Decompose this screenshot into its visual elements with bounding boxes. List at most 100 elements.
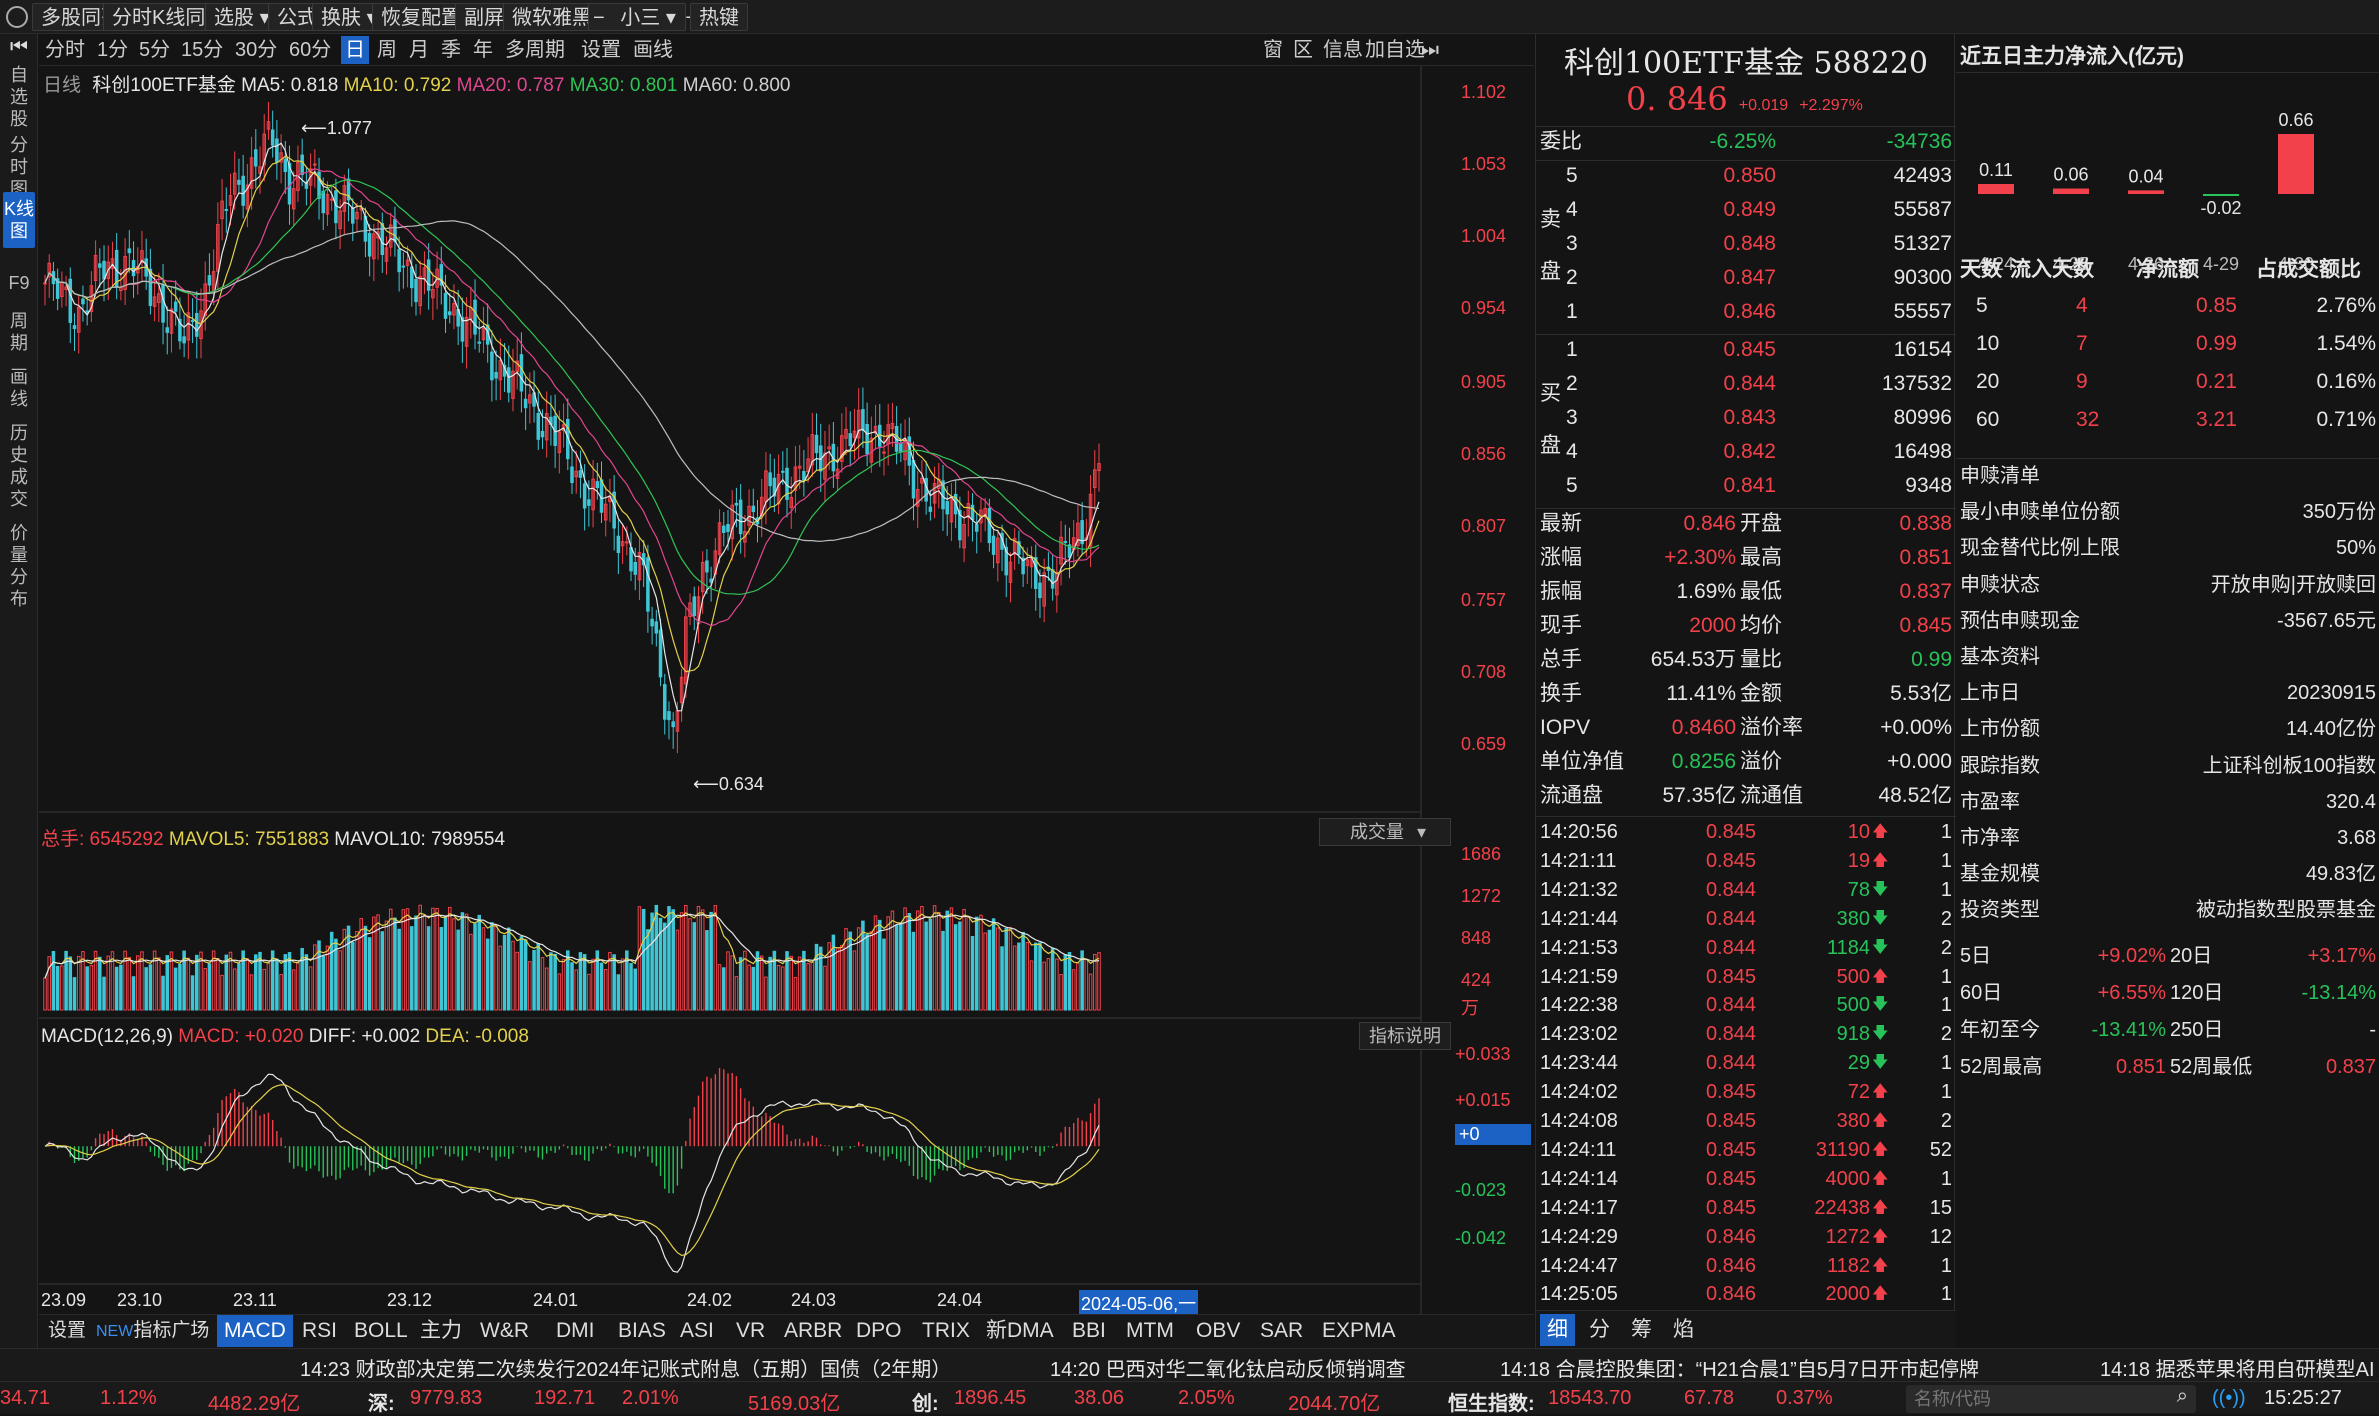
indicator-tab[interactable]: 主力 [413,1315,469,1347]
flow-bar-label: 0.06 [2053,165,2088,185]
indicator-tab-macd[interactable]: MACD [217,1315,293,1347]
nav-drawline[interactable]: 画线 [3,360,35,416]
buy-price[interactable]: 0.843 [1636,404,1776,432]
tick-tab-minute[interactable]: 分 [1582,1314,1617,1346]
nav-history-trade[interactable]: 历史成交 [3,416,35,516]
indicator-tab[interactable]: BIAS [611,1315,673,1347]
kline-chart[interactable] [39,34,1534,1348]
volume-bar [852,950,857,1011]
candle-body [633,561,638,575]
buy-price[interactable]: 0.844 [1636,370,1776,398]
arrow-up-icon: 🡅 [1872,1256,1889,1274]
candle-body [443,292,448,319]
sell-volume: 90300 [1893,266,1952,289]
volume-bar [823,965,827,1011]
sell-price[interactable]: 0.847 [1636,264,1776,292]
indicator-explain-button[interactable]: 指标说明 [1359,1022,1451,1050]
volume-bar [886,916,890,1011]
sell-price[interactable]: 0.849 [1636,196,1776,224]
quote-panel: 科创100ETF基金 588220 0. 846 +0.019 +2.297% … [1535,34,1956,1348]
sell-price[interactable]: 0.850 [1636,162,1776,190]
sell-price[interactable]: 0.848 [1636,230,1776,258]
candle-body [401,265,406,268]
tick-count: 2 [1940,907,1952,930]
volume-bar [911,931,916,1011]
volume-bar [47,956,51,1011]
volume-bar [1076,962,1080,1011]
buy-price[interactable]: 0.841 [1636,472,1776,500]
indicator-tab[interactable]: TRIX [915,1315,977,1347]
hs-index-pct: 0.37% [1776,1387,1833,1409]
buy-label: 盘 [1540,434,1561,457]
volume-bar [987,929,992,1011]
candle-body [72,325,77,330]
nav-kline[interactable]: K线图 [3,192,35,248]
buy-price[interactable]: 0.842 [1636,438,1776,466]
date-tick: 24.02 [687,1290,733,1310]
stat-label: 振幅 [1540,580,1582,603]
indicator-settings-tab[interactable]: 设置 [41,1315,93,1347]
info-label: 上市份额 [1960,718,2040,741]
cy-index-amount: 2044.70亿 [1288,1393,1381,1415]
nav-price-volume[interactable]: 价量分布 [3,516,35,616]
stat-label: 金额 [1740,682,1782,705]
indicator-tab[interactable]: DMI [549,1315,602,1347]
news-item[interactable]: 14:20 巴西对华二氧化钛启动反倾销调查 [1050,1353,1406,1382]
tick-tab-chips[interactable]: 筹 [1624,1314,1659,1346]
app-logo-icon[interactable] [6,6,28,28]
tick-time: 14:21:53 [1540,936,1618,959]
minus-button[interactable]: − [593,7,605,29]
volume-bar [962,908,966,1011]
perf-label: 年初至今 [1960,1019,2040,1041]
news-item[interactable]: 14:18 据悉苹果将用自研模型AI [2100,1353,2375,1382]
indicator-tab[interactable]: DPO [849,1315,909,1347]
indicator-tab[interactable]: RSI [295,1315,344,1347]
buy-price[interactable]: 0.845 [1636,336,1776,364]
search-icon[interactable]: ⌕ [2177,1385,2188,1408]
indicator-tab[interactable]: VR [729,1315,772,1347]
nav-f9[interactable]: F9 [3,266,35,300]
volume-bar [633,968,638,1011]
flow-bar [1978,184,2014,194]
indicator-tab[interactable]: 新DMA [979,1315,1061,1347]
info-value: 14.40亿份 [2285,718,2376,741]
indicator-tab[interactable]: ASI [673,1315,721,1347]
news-item[interactable]: 14:18 合晨控股集团：“H21合晨1”自5月7日开市起停牌 [1500,1353,1979,1382]
nav-watchlist[interactable]: 自选股 [3,58,35,136]
volume-bar [991,918,996,1011]
indicator-tab[interactable]: BOLL [347,1315,415,1347]
indicator-tab[interactable]: SAR [1253,1315,1310,1347]
indicator-tab[interactable]: BBI [1065,1315,1113,1347]
indicator-tab[interactable]: EXPMA [1315,1315,1403,1347]
indicator-tab[interactable]: MTM [1119,1315,1181,1347]
font-size-control[interactable]: − 小三 ▾ + [588,3,697,31]
tick-price: 0.844 [1705,1052,1756,1075]
indicator-tab[interactable]: W&R [473,1315,536,1347]
macd-tick: +0.033 [1455,1044,1511,1064]
indicator-tab[interactable]: OBV [1189,1315,1247,1347]
volume-bar [540,957,545,1011]
nav-period[interactable]: 周期 [3,304,35,360]
indicator-plaza-tab[interactable]: NEW指标广场 [89,1315,216,1347]
stat-value: 2000 [1689,614,1736,637]
tick-price: 0.845 [1705,1081,1756,1104]
volume-bar [1008,926,1013,1011]
tick-tab-detail[interactable]: 细 [1540,1314,1575,1346]
volume-bar [1071,969,1076,1011]
sell-price[interactable]: 0.846 [1636,298,1776,326]
search-box[interactable]: ⌕ [1906,1385,2196,1413]
candle-body [283,158,288,173]
search-input[interactable] [1914,1387,2154,1411]
macd-tick: -0.042 [1455,1228,1507,1248]
news-item[interactable]: 14:23 财政部决定第二次续发行2024年记账式附息（五期）国债（2年期） [300,1353,951,1382]
indicator-select-dropdown[interactable]: 成交量 ▾ [1319,818,1451,846]
hs-index-label: 恒生指数: [1448,1393,1535,1415]
flow-bar [2128,190,2164,194]
candle-body [974,523,979,532]
indicator-tab[interactable]: ARBR [777,1315,849,1347]
hotkey-button[interactable]: 热键 [690,3,748,31]
total-volume: 总手: 6545292 [41,829,164,850]
tick-tab-flame[interactable]: 焰 [1666,1314,1701,1346]
volume-bar [705,930,709,1011]
candle-body [616,535,621,554]
